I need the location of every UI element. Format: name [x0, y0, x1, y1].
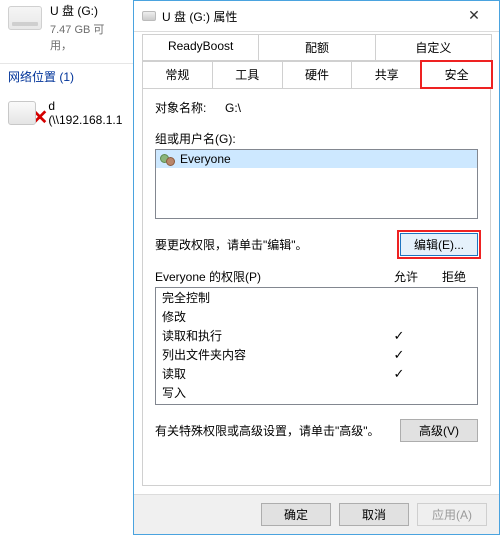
group-icon	[160, 152, 176, 166]
permission-row: 完全控制	[156, 288, 477, 307]
allow-col: 允许	[382, 268, 430, 285]
edit-row: 要更改权限，请单击"编辑"。 编辑(E)...	[155, 233, 478, 256]
permission-name: 列出文件夹内容	[162, 346, 375, 363]
permissions-listbox[interactable]: 完全控制修改读取和执行列出文件夹内容读取写入	[155, 287, 478, 405]
permission-row: 列出文件夹内容	[156, 345, 477, 364]
drive-label: U 盘 (G:)	[50, 2, 125, 19]
tabs-row-1: ReadyBoost 配额 自定义	[142, 34, 491, 61]
tab-tools[interactable]: 工具	[212, 61, 283, 88]
permission-row: 写入	[156, 383, 477, 402]
titlebar[interactable]: U 盘 (G:) 属性 ✕	[134, 1, 499, 31]
principal-item[interactable]: Everyone	[156, 150, 477, 168]
apply-button[interactable]: 应用(A)	[417, 503, 487, 526]
cancel-button[interactable]: 取消	[339, 503, 409, 526]
permission-allow	[375, 347, 423, 363]
network-share-item[interactable]: ✕ d (\\192.168.1.1	[0, 89, 133, 136]
permissions-header: Everyone 的权限(P) 允许 拒绝	[155, 268, 478, 285]
network-share-icon	[8, 101, 36, 125]
permission-allow	[375, 328, 423, 344]
drive-item[interactable]: U 盘 (G:) 7.47 GB 可用，	[0, 0, 133, 63]
advanced-button[interactable]: 高级(V)	[400, 419, 478, 442]
permission-row: 修改	[156, 307, 477, 326]
section-network-locations[interactable]: 网络位置 (1)	[0, 63, 133, 89]
object-name-label: 对象名称:	[155, 99, 225, 116]
tab-security[interactable]: 安全	[421, 61, 492, 88]
security-panel: 对象名称: G:\ 组或用户名(G): Everyone 要更改权限，请单击"编…	[142, 89, 491, 486]
edit-hint: 要更改权限，请单击"编辑"。	[155, 236, 400, 253]
groups-label: 组或用户名(G):	[155, 130, 478, 147]
usb-drive-icon	[8, 6, 42, 30]
ok-button[interactable]: 确定	[261, 503, 331, 526]
close-button[interactable]: ✕	[457, 5, 491, 27]
network-share-label: d (\\192.168.1.1	[48, 99, 125, 127]
permission-allow	[375, 366, 423, 382]
tabs-row-2: 常规 工具 硬件 共享 安全	[142, 61, 491, 89]
permissions-title: Everyone 的权限(P)	[155, 268, 382, 285]
tab-general[interactable]: 常规	[142, 61, 213, 88]
permission-row: 读取和执行	[156, 326, 477, 345]
tab-quota[interactable]: 配额	[258, 34, 375, 60]
advanced-hint: 有关特殊权限或高级设置，请单击"高级"。	[155, 422, 400, 439]
advanced-row: 有关特殊权限或高级设置，请单击"高级"。 高级(V)	[155, 419, 478, 442]
permission-name: 修改	[162, 308, 375, 325]
tab-sharing[interactable]: 共享	[351, 61, 422, 88]
dialog-footer: 确定 取消 应用(A)	[134, 494, 499, 534]
dialog-title: U 盘 (G:) 属性	[162, 8, 457, 25]
edit-button[interactable]: 编辑(E)...	[400, 233, 478, 256]
drive-icon	[142, 11, 156, 21]
permission-name: 读取和执行	[162, 327, 375, 344]
explorer-background: U 盘 (G:) 7.47 GB 可用， 网络位置 (1) ✕ d (\\192…	[0, 0, 133, 535]
permission-name: 写入	[162, 384, 375, 401]
tab-readyboost[interactable]: ReadyBoost	[142, 34, 259, 60]
object-name-value: G:\	[225, 101, 478, 115]
permission-row: 读取	[156, 364, 477, 383]
deny-col: 拒绝	[430, 268, 478, 285]
principals-listbox[interactable]: Everyone	[155, 149, 478, 219]
object-name-row: 对象名称: G:\	[155, 99, 478, 116]
principal-name: Everyone	[180, 152, 231, 166]
tab-hardware[interactable]: 硬件	[282, 61, 353, 88]
drive-subtext: 7.47 GB 可用，	[50, 21, 125, 53]
permission-name: 完全控制	[162, 289, 375, 306]
dialog-body: ReadyBoost 配额 自定义 常规 工具 硬件 共享 安全 对象名称: G…	[134, 31, 499, 494]
permission-name: 读取	[162, 365, 375, 382]
tab-customize[interactable]: 自定义	[375, 34, 492, 60]
properties-dialog: U 盘 (G:) 属性 ✕ ReadyBoost 配额 自定义 常规 工具 硬件…	[133, 0, 500, 535]
